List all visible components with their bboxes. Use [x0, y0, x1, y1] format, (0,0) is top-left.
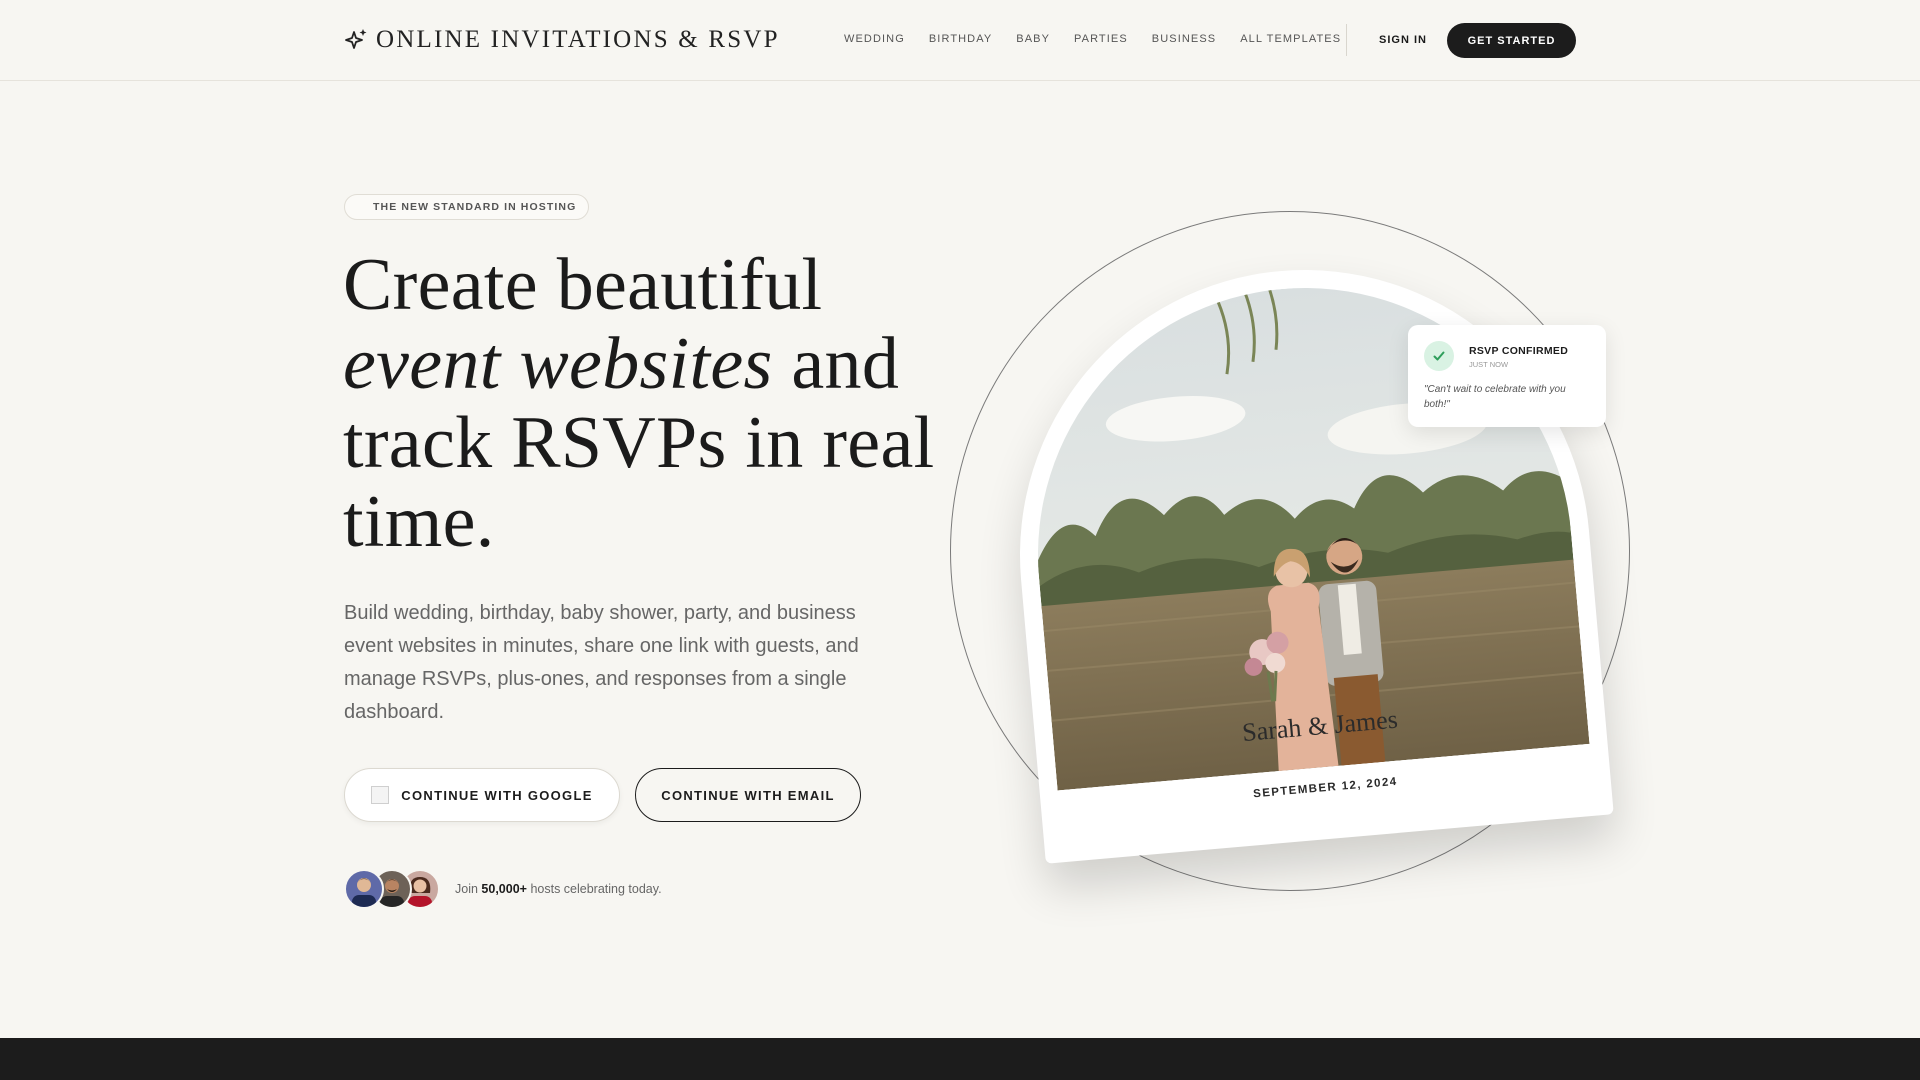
rsvp-title: RSVP CONFIRMED: [1469, 345, 1569, 357]
nav-item-business[interactable]: BUSINESS: [1152, 33, 1216, 45]
main-nav: WEDDING BIRTHDAY BABY PARTIES BUSINESS A…: [844, 33, 1341, 45]
site-header: ONLINE INVITATIONS & RSVP WEDDING BIRTHD…: [0, 0, 1920, 81]
rsvp-quote: "Can't wait to celebrate with you both!": [1424, 384, 1566, 410]
google-button-label: CONTINUE WITH GOOGLE: [401, 787, 593, 803]
avatar: [344, 869, 384, 909]
rsvp-timestamp: JUST NOW: [1469, 360, 1509, 369]
hero-badge: THE NEW STANDARD IN HOSTING: [344, 194, 590, 220]
hero-description: Build wedding, birthday, baby shower, pa…: [344, 602, 859, 723]
nav-item-parties[interactable]: PARTIES: [1074, 33, 1128, 45]
rsvp-notification-card: RSVP CONFIRMED JUST NOW "Can't wait to c…: [1408, 325, 1606, 427]
nav-item-baby[interactable]: BABY: [1016, 33, 1050, 45]
social-proof-suffix: hosts celebrating today.: [530, 882, 662, 896]
brand-name: ONLINE INVITATIONS & RSVP: [376, 26, 780, 53]
nav-item-all-templates[interactable]: ALL TEMPLATES: [1240, 33, 1341, 45]
continue-with-google-button[interactable]: CONTINUE WITH GOOGLE: [344, 768, 620, 822]
next-section-band: [0, 1038, 1920, 1080]
logo[interactable]: ONLINE INVITATIONS & RSVP: [344, 26, 780, 54]
sparkle-icon: [345, 29, 367, 49]
host-count: 50,000+: [481, 882, 527, 896]
check-icon: [1424, 341, 1454, 371]
sign-in-link[interactable]: SIGN IN: [1379, 34, 1427, 46]
avatar-group: [344, 869, 440, 909]
social-proof-prefix: Join: [455, 882, 478, 896]
nav-item-wedding[interactable]: WEDDING: [844, 33, 905, 45]
continue-with-email-button[interactable]: CONTINUE WITH EMAIL: [635, 768, 861, 822]
headline-emphasis: event websites: [343, 323, 773, 405]
headline-part-1: Create beautiful: [343, 244, 823, 326]
get-started-button[interactable]: GET STARTED: [1447, 23, 1576, 58]
google-icon: [371, 786, 390, 804]
nav-item-birthday[interactable]: BIRTHDAY: [929, 33, 992, 45]
social-proof: Join 50,000+ hosts celebrating today.: [455, 882, 662, 896]
hero-headline: Create beautiful event websites and track…: [343, 246, 963, 562]
nav-divider: [1346, 24, 1347, 56]
